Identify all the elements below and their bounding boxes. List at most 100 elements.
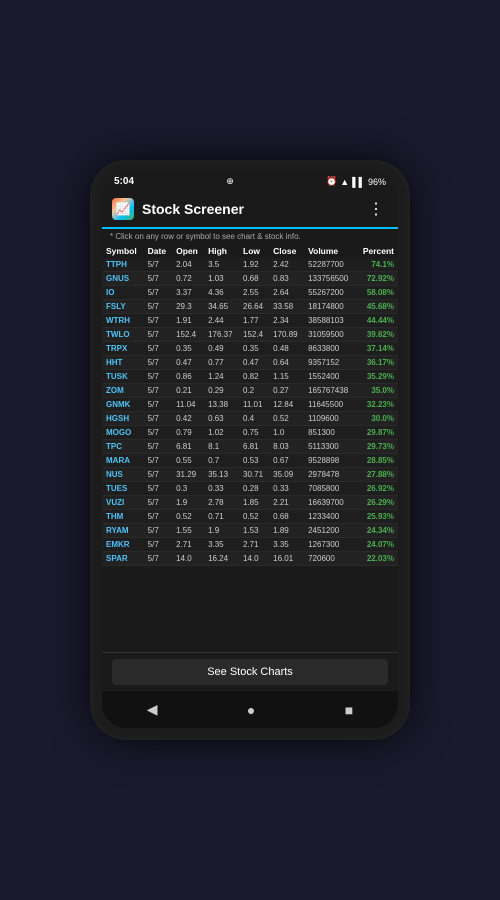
cell-data: 4.36 <box>204 286 239 300</box>
cell-percent: 26.29% <box>356 496 398 510</box>
cell-percent: 35.0% <box>356 384 398 398</box>
cell-data: 1552400 <box>304 370 356 384</box>
cell-data: 5/7 <box>144 398 172 412</box>
table-row[interactable]: HHT5/70.470.770.470.64935715236.17% <box>102 356 398 370</box>
cell-data: 1267300 <box>304 538 356 552</box>
table-row[interactable]: ZOM5/70.210.290.20.2716576743835.0% <box>102 384 398 398</box>
see-stock-charts-button[interactable]: See Stock Charts <box>112 659 388 685</box>
cell-data: 0.67 <box>269 454 304 468</box>
cell-data: 0.42 <box>172 412 204 426</box>
cell-percent: 45.68% <box>356 300 398 314</box>
table-row[interactable]: TWLO5/7152.4176.37152.4170.893105950039.… <box>102 328 398 342</box>
cell-percent: 30.0% <box>356 412 398 426</box>
cell-data: 0.48 <box>269 342 304 356</box>
info-text: * Click on any row or symbol to see char… <box>102 229 398 244</box>
cell-data: 165767438 <box>304 384 356 398</box>
cell-data: 6.81 <box>239 440 269 454</box>
cell-data: 0.35 <box>239 342 269 356</box>
cell-data: 851300 <box>304 426 356 440</box>
cell-data: 152.4 <box>239 328 269 342</box>
cell-data: 5/7 <box>144 552 172 566</box>
cell-data: 0.3 <box>172 482 204 496</box>
col-symbol: Symbol <box>102 244 144 258</box>
table-row[interactable]: TPC5/76.818.16.818.03511330029.73% <box>102 440 398 454</box>
cell-percent: 22.03% <box>356 552 398 566</box>
col-close: Close <box>269 244 304 258</box>
cell-symbol: TTPH <box>102 258 144 272</box>
cell-data: 31059500 <box>304 328 356 342</box>
cell-data: 5/7 <box>144 482 172 496</box>
cell-data: 1.92 <box>239 258 269 272</box>
app-icon: 📈 <box>112 198 134 220</box>
table-row[interactable]: IO5/73.374.362.552.645526720058.08% <box>102 286 398 300</box>
cell-data: 0.64 <box>269 356 304 370</box>
cell-data: 11.04 <box>172 398 204 412</box>
table-row[interactable]: TRPX5/70.350.490.350.48863380037.14% <box>102 342 398 356</box>
cell-data: 35.13 <box>204 468 239 482</box>
col-low: Low <box>239 244 269 258</box>
signal-icon: ▌▌ <box>352 177 365 187</box>
cell-data: 2.34 <box>269 314 304 328</box>
cell-data: 0.2 <box>239 384 269 398</box>
table-row[interactable]: TUSK5/70.861.240.821.15155240035.29% <box>102 370 398 384</box>
table-row[interactable]: TTPH5/72.043.51.922.425228770074.1% <box>102 258 398 272</box>
status-icons: ⏰ ▲ ▌▌ 96% <box>326 176 386 187</box>
table-row[interactable]: MARA5/70.550.70.530.67952889828.85% <box>102 454 398 468</box>
cell-percent: 37.14% <box>356 342 398 356</box>
cell-percent: 36.17% <box>356 356 398 370</box>
col-volume: Volume <box>304 244 356 258</box>
table-row[interactable]: EMKR5/72.713.352.713.35126730024.07% <box>102 538 398 552</box>
table-row[interactable]: GNMK5/711.0413.3811.0112.841164550032.23… <box>102 398 398 412</box>
table-row[interactable]: HGSH5/70.420.630.40.52110960030.0% <box>102 412 398 426</box>
cell-data: 0.86 <box>172 370 204 384</box>
cell-data: 0.79 <box>172 426 204 440</box>
cell-data: 133756500 <box>304 272 356 286</box>
table-row[interactable]: SPAR5/714.016.2414.016.0172060022.03% <box>102 552 398 566</box>
table-row[interactable]: RYAM5/71.551.91.531.89245120024.34% <box>102 524 398 538</box>
cell-symbol: HGSH <box>102 412 144 426</box>
cell-data: 1233400 <box>304 510 356 524</box>
table-row[interactable]: TUES5/70.30.330.280.33708580026.92% <box>102 482 398 496</box>
table-row[interactable]: THM5/70.520.710.520.68123340025.93% <box>102 510 398 524</box>
cell-data: 0.27 <box>269 384 304 398</box>
nav-home-button[interactable] <box>235 698 267 722</box>
table-row[interactable]: VUZI5/71.92.781.852.211663970026.29% <box>102 496 398 510</box>
cell-data: 1.89 <box>269 524 304 538</box>
cell-data: 2.44 <box>204 314 239 328</box>
table-row[interactable]: NUS5/731.2935.1330.7135.09297847827.88% <box>102 468 398 482</box>
cell-percent: 39.62% <box>356 328 398 342</box>
table-row[interactable]: WTRH5/71.912.441.772.343858810344.44% <box>102 314 398 328</box>
cell-data: 2.71 <box>239 538 269 552</box>
cell-data: 12.84 <box>269 398 304 412</box>
cell-data: 3.5 <box>204 258 239 272</box>
cell-data: 0.52 <box>239 510 269 524</box>
cell-symbol: FSLY <box>102 300 144 314</box>
menu-button[interactable]: ⋮ <box>364 197 388 221</box>
cell-data: 33.58 <box>269 300 304 314</box>
cell-data: 0.68 <box>239 272 269 286</box>
cell-data: 3.37 <box>172 286 204 300</box>
cell-symbol: TUSK <box>102 370 144 384</box>
cell-data: 5/7 <box>144 412 172 426</box>
table-row[interactable]: MOGO5/70.791.020.751.085130029.87% <box>102 426 398 440</box>
cell-percent: 27.88% <box>356 468 398 482</box>
table-row[interactable]: GNUS5/70.721.030.680.8313375650072.92% <box>102 272 398 286</box>
cell-percent: 26.92% <box>356 482 398 496</box>
col-percent: Percent <box>356 244 398 258</box>
nav-back-button[interactable] <box>135 697 170 722</box>
cell-data: 0.33 <box>204 482 239 496</box>
cell-data: 34.65 <box>204 300 239 314</box>
nav-recent-button[interactable] <box>333 698 365 722</box>
app-title: Stock Screener <box>142 201 364 217</box>
table-row[interactable]: FSLY5/729.334.6526.6433.581817480045.68% <box>102 300 398 314</box>
cell-percent: 28.85% <box>356 454 398 468</box>
cell-data: 5/7 <box>144 426 172 440</box>
cell-percent: 25.93% <box>356 510 398 524</box>
cell-data: 1.85 <box>239 496 269 510</box>
cell-data: 5/7 <box>144 454 172 468</box>
app-header: 📈 Stock Screener ⋮ <box>102 191 398 229</box>
cell-data: 0.77 <box>204 356 239 370</box>
cell-percent: 29.73% <box>356 440 398 454</box>
cell-data: 0.21 <box>172 384 204 398</box>
cell-data: 176.37 <box>204 328 239 342</box>
